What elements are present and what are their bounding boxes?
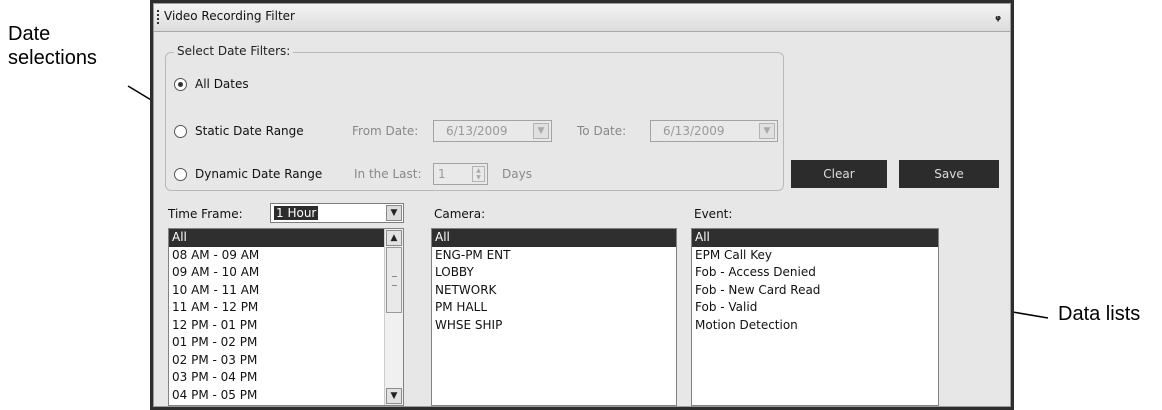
scroll-down-icon[interactable]: ▼ — [386, 388, 402, 404]
days-label: Days — [502, 167, 532, 181]
dynamic-date-range-label[interactable]: Dynamic Date Range — [195, 167, 322, 181]
chevron-down-icon[interactable]: ▼ — [386, 205, 402, 221]
event-list-item[interactable]: EPM Call Key — [692, 247, 938, 265]
drag-grip-icon[interactable] — [157, 10, 160, 25]
in-the-last-label: In the Last: — [354, 167, 422, 181]
event-label: Event: — [694, 207, 733, 221]
time-frame-scrollbar[interactable]: ▲ ▼ — [384, 229, 403, 405]
to-date-picker[interactable]: 6/13/2009 ▼ — [650, 120, 778, 142]
time-frame-list-item[interactable]: 03 PM - 04 PM — [169, 369, 384, 387]
title-bar[interactable]: Video Recording Filter ᵩ — [154, 4, 1010, 32]
pin-icon[interactable]: ᵩ — [995, 9, 1001, 23]
time-frame-list-item[interactable]: 04 PM - 05 PM — [169, 387, 384, 405]
time-frame-selected-value: 1 Hour — [274, 206, 319, 220]
time-frame-list-item[interactable]: 01 PM - 02 PM — [169, 334, 384, 352]
stepper-arrows-icon[interactable]: ▲ ▼ — [472, 166, 485, 182]
to-date-label: To Date: — [577, 124, 627, 138]
chevron-down-icon[interactable]: ▼ — [759, 123, 775, 139]
time-frame-label: Time Frame: — [168, 207, 243, 221]
event-list-item[interactable]: Fob - New Card Read — [692, 282, 938, 300]
event-list-item[interactable]: Fob - Valid — [692, 299, 938, 317]
in-the-last-value: 1 — [438, 167, 446, 181]
time-frame-list-item[interactable]: 12 PM - 01 PM — [169, 317, 384, 335]
event-list-item[interactable]: Fob - Access Denied — [692, 264, 938, 282]
static-date-range-radio[interactable] — [174, 125, 187, 138]
scroll-up-icon[interactable]: ▲ — [386, 230, 402, 246]
time-frame-list-item[interactable]: 10 AM - 11 AM — [169, 282, 384, 300]
camera-list-item[interactable]: WHSE SHIP — [432, 317, 676, 335]
in-the-last-stepper[interactable]: 1 ▲ ▼ — [433, 163, 488, 185]
event-list-item[interactable]: Motion Detection — [692, 317, 938, 335]
camera-list-item[interactable]: ENG-PM ENT — [432, 247, 676, 265]
dynamic-date-range-radio[interactable] — [174, 168, 187, 181]
window-body: Video Recording Filter ᵩ Select Date Fil… — [153, 3, 1011, 407]
date-filters-legend: Select Date Filters: — [174, 44, 294, 58]
camera-list-item[interactable]: LOBBY — [432, 264, 676, 282]
from-date-value: 6/13/2009 — [446, 124, 508, 138]
to-date-value: 6/13/2009 — [663, 124, 725, 138]
camera-list-item[interactable]: All — [432, 229, 676, 247]
time-frame-list-item[interactable]: 08 AM - 09 AM — [169, 247, 384, 265]
time-frame-list-item[interactable]: 11 AM - 12 PM — [169, 299, 384, 317]
save-button[interactable]: Save — [899, 160, 999, 188]
camera-list[interactable]: All ENG-PM ENT LOBBY NETWORK PM HALL WHSE SHI… — [431, 228, 677, 406]
event-list[interactable]: All EPM Call Key Fob - Access Denied Fob - … — [691, 228, 939, 406]
from-date-label: From Date: — [352, 124, 419, 138]
all-dates-radio[interactable] — [174, 78, 187, 91]
clear-button[interactable]: Clear — [791, 160, 887, 188]
all-dates-label[interactable]: All Dates — [195, 77, 249, 91]
chevron-down-icon[interactable]: ▼ — [533, 123, 549, 139]
event-list-item[interactable]: All — [692, 229, 938, 247]
time-frame-list-item[interactable]: 02 PM - 03 PM — [169, 352, 384, 370]
from-date-picker[interactable]: 6/13/2009 ▼ — [433, 120, 552, 142]
time-frame-list-item[interactable]: All — [169, 229, 384, 247]
time-frame-select[interactable]: 1 Hour ▼ — [270, 203, 404, 223]
camera-list-item[interactable]: PM HALL — [432, 299, 676, 317]
camera-label: Camera: — [434, 207, 486, 221]
time-frame-list[interactable]: All 08 AM - 09 AM 09 AM - 10 AM 10 AM - 11 … — [168, 228, 404, 406]
window-title: Video Recording Filter — [164, 9, 295, 23]
time-frame-list-item[interactable]: 09 AM - 10 AM — [169, 264, 384, 282]
camera-list-item[interactable]: NETWORK — [432, 282, 676, 300]
static-date-range-label[interactable]: Static Date Range — [195, 124, 304, 138]
video-recording-filter-window: Video Recording Filter ᵩ Select Date Fil… — [150, 0, 1014, 410]
scroll-thumb[interactable] — [386, 247, 402, 313]
